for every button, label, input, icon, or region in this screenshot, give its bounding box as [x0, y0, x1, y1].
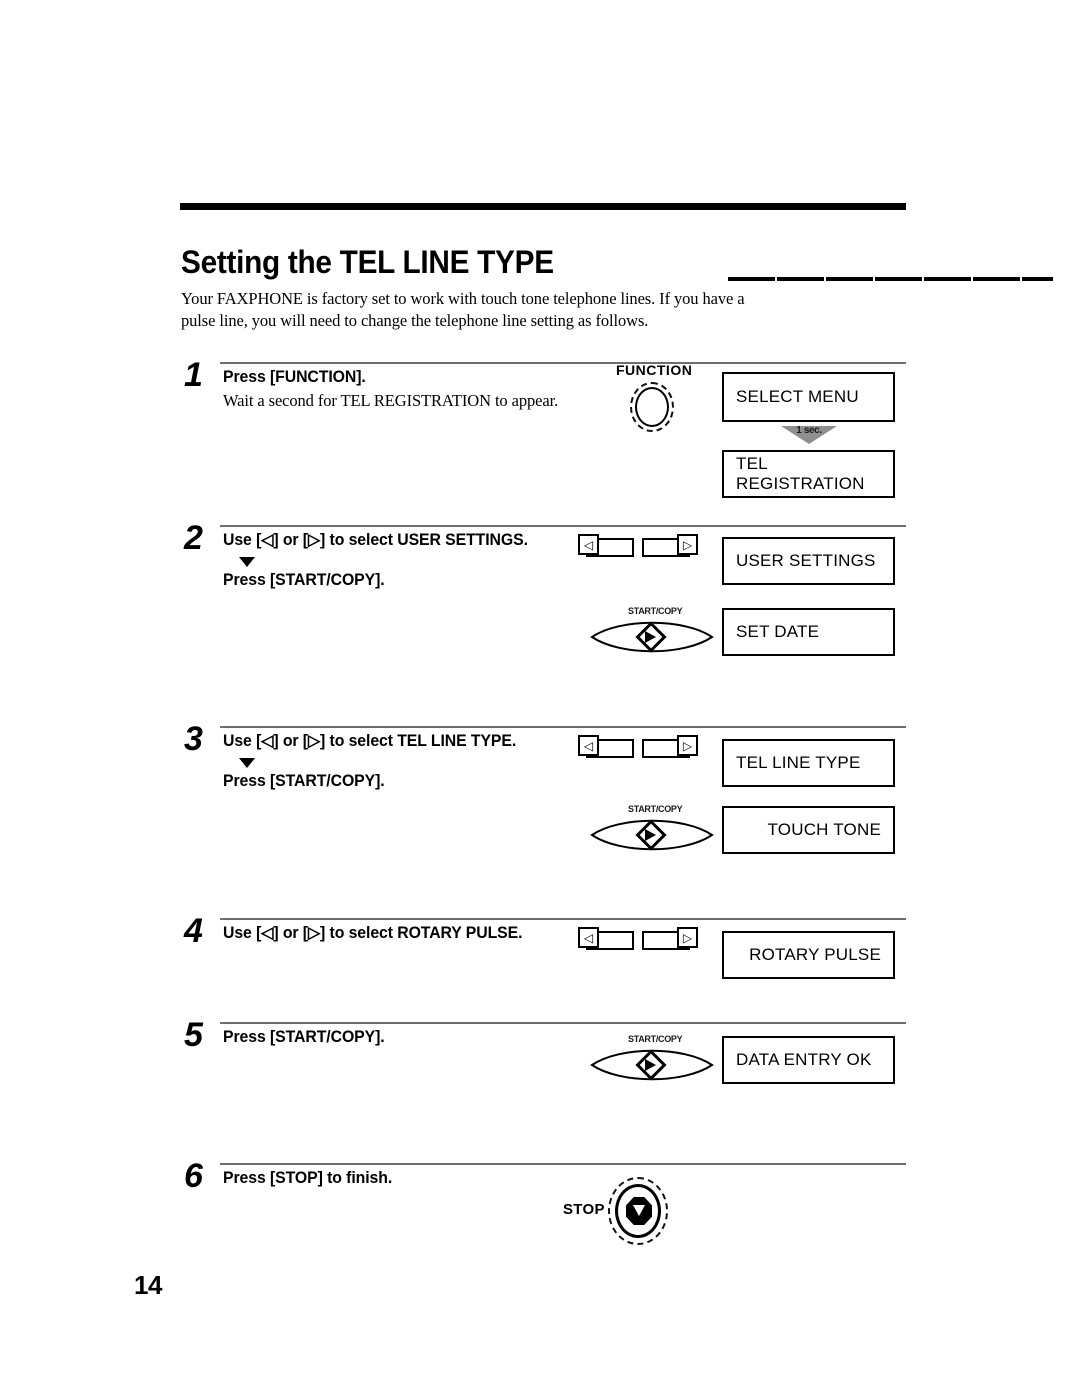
step-3-instruction-1: Use [◁] or [▷] to select TEL LINE TYPE.: [223, 732, 517, 750]
start-copy-key-play-icon: [645, 829, 656, 841]
start-copy-key-label: START/COPY: [628, 606, 683, 616]
step-2-number: 2: [184, 519, 203, 557]
lcd-data-entry-ok: DATA ENTRY OK: [722, 1036, 895, 1084]
page-title-row: Setting the TEL LINE TYPE: [181, 244, 1053, 289]
arrow-keys-graphic-step2[interactable]: ◁ ▷: [578, 534, 698, 562]
step-2-down-arrow-icon: [239, 557, 255, 567]
function-key-inner-ring: [635, 387, 669, 427]
start-copy-key-play-icon: [645, 1059, 656, 1071]
lcd-tel-line-type: TEL LINE TYPE: [722, 739, 895, 787]
step-4-instruction: Use [◁] or [▷] to select ROTARY PULSE.: [223, 924, 523, 942]
left-arrow-icon[interactable]: ◁: [578, 735, 599, 756]
one-second-arrow: 1 sec.: [781, 424, 837, 448]
title-underline: [728, 277, 1053, 281]
header-rule: [180, 203, 906, 210]
lcd-touch-tone: TOUCH TONE: [722, 806, 895, 854]
intro-paragraph: Your FAXPHONE is factory set to work wit…: [181, 288, 781, 331]
page-title: Setting the TEL LINE TYPE: [181, 244, 554, 280]
lcd-rotary-pulse: ROTARY PULSE: [722, 931, 895, 979]
stop-key-graphic[interactable]: STOP: [563, 1175, 683, 1247]
intro-line-2: pulse line, you will need to change the …: [181, 310, 649, 330]
step-5-number: 5: [184, 1016, 203, 1054]
step-1-body: Press [FUNCTION]. Wait a second for TEL …: [223, 366, 643, 412]
step-1-instruction: Press [FUNCTION].: [223, 368, 366, 386]
right-arrow-icon[interactable]: ▷: [677, 534, 698, 555]
step-2-instruction-2: Press [START/COPY].: [223, 571, 385, 589]
lcd-tel-registration: TEL REGISTRATION: [722, 450, 895, 498]
start-copy-key-label: START/COPY: [628, 804, 683, 814]
step-4-rule: [220, 918, 906, 920]
arrow-keys-graphic-step4[interactable]: ◁ ▷: [578, 927, 698, 955]
step-1-number: 1: [184, 356, 203, 394]
left-arrow-icon[interactable]: ◁: [578, 534, 599, 555]
start-copy-key-label: START/COPY: [628, 1034, 683, 1044]
step-2-instruction-1: Use [◁] or [▷] to select USER SETTINGS.: [223, 531, 528, 549]
page-number: 14: [134, 1270, 162, 1300]
right-arrow-icon[interactable]: ▷: [677, 735, 698, 756]
function-key-label: FUNCTION: [616, 362, 693, 378]
start-copy-key-play-icon: [645, 631, 656, 643]
one-second-label: 1 sec.: [796, 425, 822, 436]
step-6-rule: [220, 1163, 906, 1165]
right-arrow-icon[interactable]: ▷: [677, 927, 698, 948]
step-3-number: 3: [184, 720, 203, 758]
lcd-user-settings: USER SETTINGS: [722, 537, 895, 585]
step-1-rule: [220, 362, 906, 364]
start-copy-key-graphic-step3[interactable]: START/COPY: [590, 804, 714, 858]
lcd-set-date: SET DATE: [722, 608, 895, 656]
start-copy-key-graphic-step2[interactable]: START/COPY: [590, 606, 714, 660]
step-5-instruction: Press [START/COPY].: [223, 1028, 385, 1046]
lcd-select-menu: SELECT MENU: [722, 372, 895, 422]
step-6-number: 6: [184, 1157, 203, 1195]
step-5-body: Press [START/COPY].: [223, 1026, 643, 1049]
start-copy-key-graphic-step5[interactable]: START/COPY: [590, 1034, 714, 1088]
step-3-down-arrow-icon: [239, 758, 255, 768]
step-3-instruction-2: Press [START/COPY].: [223, 772, 385, 790]
left-arrow-icon[interactable]: ◁: [578, 927, 599, 948]
step-3-rule: [220, 726, 906, 728]
step-5-rule: [220, 1022, 906, 1024]
arrow-keys-graphic-step3[interactable]: ◁ ▷: [578, 735, 698, 763]
step-1-note: Wait a second for TEL REGISTRATION to ap…: [223, 391, 559, 410]
step-4-number: 4: [184, 912, 203, 950]
step-2-rule: [220, 525, 906, 527]
function-key-graphic[interactable]: FUNCTION: [612, 362, 724, 436]
stop-key-label: STOP: [563, 1201, 605, 1218]
intro-line-1: Your FAXPHONE is factory set to work wit…: [181, 289, 745, 308]
manual-page: Setting the TEL LINE TYPE Your FAXPHONE …: [0, 0, 1080, 1397]
